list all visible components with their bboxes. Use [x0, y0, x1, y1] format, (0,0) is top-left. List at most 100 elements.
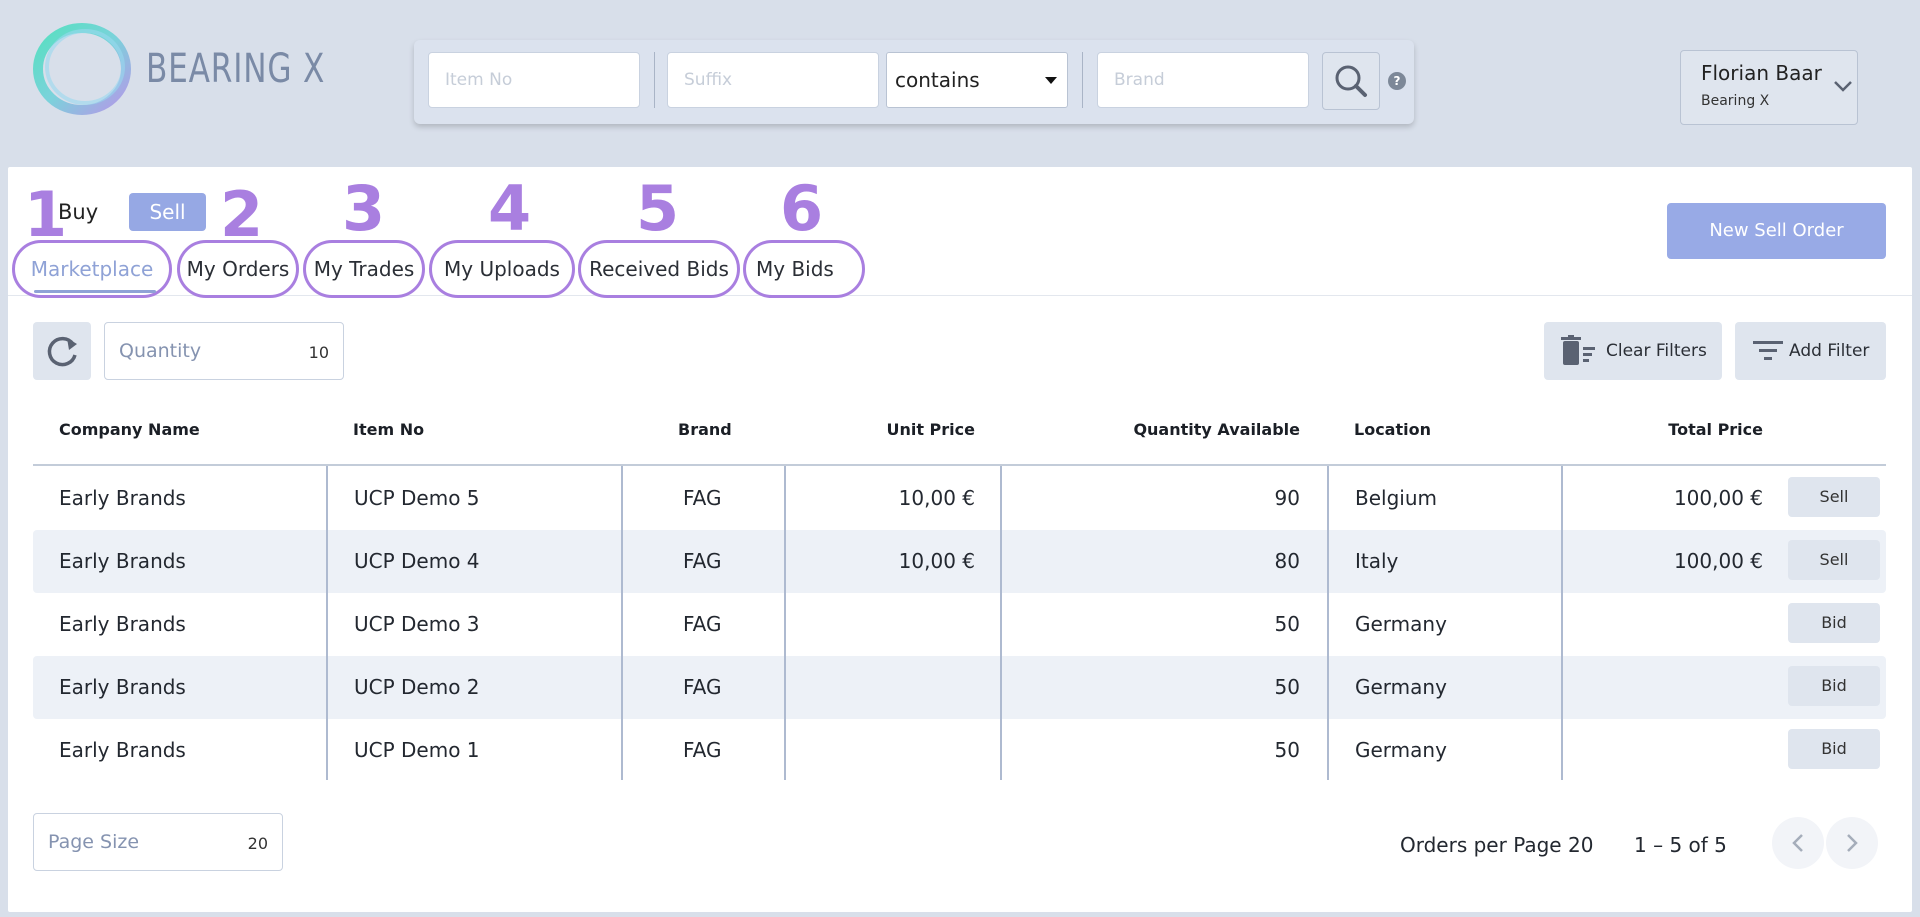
cell-company: Early Brands: [59, 612, 186, 636]
annotation-number: 3: [342, 172, 386, 245]
user-menu[interactable]: Florian Baar Bearing X: [1680, 50, 1858, 125]
cell-brand: FAG: [683, 738, 722, 762]
column-separator: [326, 466, 328, 780]
chevron-down-icon: [1834, 81, 1852, 92]
item-no-input[interactable]: Item No: [428, 52, 640, 108]
column-header-quantity[interactable]: Quantity Available: [1100, 420, 1300, 439]
refresh-icon: [47, 336, 77, 367]
cell-item-no: UCP Demo 5: [354, 486, 480, 510]
logo-ring-icon: [33, 23, 131, 115]
column-header-brand[interactable]: Brand: [678, 420, 732, 439]
quantity-value: 10: [308, 343, 329, 362]
add-filter-label: Add Filter: [1789, 341, 1870, 361]
brand-input[interactable]: Brand: [1097, 52, 1309, 108]
quantity-field[interactable]: Quantity 10: [104, 322, 344, 380]
chevron-right-icon: [1847, 834, 1858, 852]
cell-company: Early Brands: [59, 486, 186, 510]
chevron-left-icon: [1792, 834, 1803, 852]
cell-brand: FAG: [683, 549, 722, 573]
table-row[interactable]: Early Brands UCP Demo 1 FAG 50 Germany B…: [33, 719, 1886, 782]
cell-location: Germany: [1355, 612, 1447, 636]
orders-per-page: Orders per Page 20: [1400, 833, 1594, 857]
match-mode-select[interactable]: contains: [886, 52, 1068, 108]
cell-location: Belgium: [1355, 486, 1437, 510]
sell-button[interactable]: Sell: [1788, 477, 1880, 517]
cell-company: Early Brands: [59, 549, 186, 573]
bid-button[interactable]: Bid: [1788, 603, 1880, 643]
cell-company: Early Brands: [59, 675, 186, 699]
user-name: Florian Baar: [1701, 61, 1822, 85]
tabs-divider: [8, 295, 1912, 296]
filter-icon: [1753, 341, 1783, 360]
search-divider: [654, 52, 655, 108]
tab-my-bids[interactable]: My Bids: [743, 240, 865, 298]
cell-quantity: 50: [1274, 612, 1300, 636]
active-tab-indicator: [34, 290, 156, 293]
tab-my-orders[interactable]: My Orders: [177, 240, 299, 298]
annotation-number: 5: [636, 172, 680, 245]
cell-location: Germany: [1355, 738, 1447, 762]
next-page-button[interactable]: [1826, 817, 1878, 869]
quantity-label: Quantity: [119, 340, 202, 362]
sell-toggle[interactable]: Sell: [129, 193, 206, 231]
column-header-location[interactable]: Location: [1354, 420, 1431, 439]
cell-brand: FAG: [683, 486, 722, 510]
page-size-field[interactable]: Page Size 20: [33, 813, 283, 871]
cell-total-price: 100,00 €: [1673, 549, 1763, 573]
sell-button[interactable]: Sell: [1788, 540, 1880, 580]
logo-text: BEARING X: [146, 46, 326, 92]
annotation-number: 6: [780, 172, 824, 245]
clear-filters-button[interactable]: Clear Filters: [1544, 322, 1722, 380]
column-header-item-no[interactable]: Item No: [353, 420, 424, 439]
page-size-value: 20: [247, 834, 268, 853]
cell-location: Italy: [1355, 549, 1399, 573]
caret-down-icon: [1045, 77, 1057, 84]
cell-brand: FAG: [683, 675, 722, 699]
search-bar: Item No Suffix contains Brand ?: [414, 40, 1414, 124]
column-header-company[interactable]: Company Name: [59, 420, 200, 439]
column-separator: [784, 466, 786, 780]
column-separator: [1327, 466, 1329, 780]
tab-my-trades[interactable]: My Trades: [303, 240, 425, 298]
cell-quantity: 90: [1274, 486, 1300, 510]
page-size-label: Page Size: [48, 831, 140, 853]
cell-item-no: UCP Demo 3: [354, 612, 480, 636]
app-logo: BEARING X: [30, 20, 376, 118]
cell-item-no: UCP Demo 4: [354, 549, 480, 573]
refresh-button[interactable]: [33, 322, 91, 380]
pagination-range: 1 – 5 of 5: [1634, 833, 1727, 857]
suffix-input[interactable]: Suffix: [667, 52, 879, 108]
bid-button[interactable]: Bid: [1788, 729, 1880, 769]
annotation-number: 4: [488, 172, 532, 245]
cell-unit-price: 10,00 €: [898, 549, 975, 573]
column-separator: [1561, 466, 1563, 780]
cell-location: Germany: [1355, 675, 1447, 699]
table-row[interactable]: Early Brands UCP Demo 5 FAG 10,00 € 90 B…: [33, 467, 1886, 530]
tab-my-uploads[interactable]: My Uploads: [429, 240, 575, 298]
cell-item-no: UCP Demo 2: [354, 675, 480, 699]
table-row[interactable]: Early Brands UCP Demo 4 FAG 10,00 € 80 I…: [33, 530, 1886, 593]
search-icon: [1335, 65, 1367, 97]
previous-page-button[interactable]: [1772, 817, 1824, 869]
help-icon[interactable]: ?: [1388, 72, 1406, 90]
cell-item-no: UCP Demo 1: [354, 738, 480, 762]
table-row[interactable]: Early Brands UCP Demo 2 FAG 50 Germany B…: [33, 656, 1886, 719]
bid-button[interactable]: Bid: [1788, 666, 1880, 706]
clear-filters-label: Clear Filters: [1606, 341, 1707, 361]
cell-quantity: 80: [1274, 549, 1300, 573]
add-filter-button[interactable]: Add Filter: [1735, 322, 1886, 380]
cell-total-price: 100,00 €: [1673, 486, 1763, 510]
column-header-total-price[interactable]: Total Price: [1600, 420, 1763, 439]
match-mode-value: contains: [895, 68, 980, 92]
search-button[interactable]: [1322, 52, 1380, 110]
user-company: Bearing X: [1701, 93, 1770, 109]
search-divider: [1082, 52, 1083, 108]
cell-brand: FAG: [683, 612, 722, 636]
column-header-unit-price[interactable]: Unit Price: [875, 420, 975, 439]
table-row[interactable]: Early Brands UCP Demo 3 FAG 50 Germany B…: [33, 593, 1886, 656]
tab-received-bids[interactable]: Received Bids: [578, 240, 740, 298]
cell-quantity: 50: [1274, 675, 1300, 699]
new-sell-order-button[interactable]: New Sell Order: [1667, 203, 1886, 259]
cell-quantity: 50: [1274, 738, 1300, 762]
column-separator: [1000, 466, 1002, 780]
